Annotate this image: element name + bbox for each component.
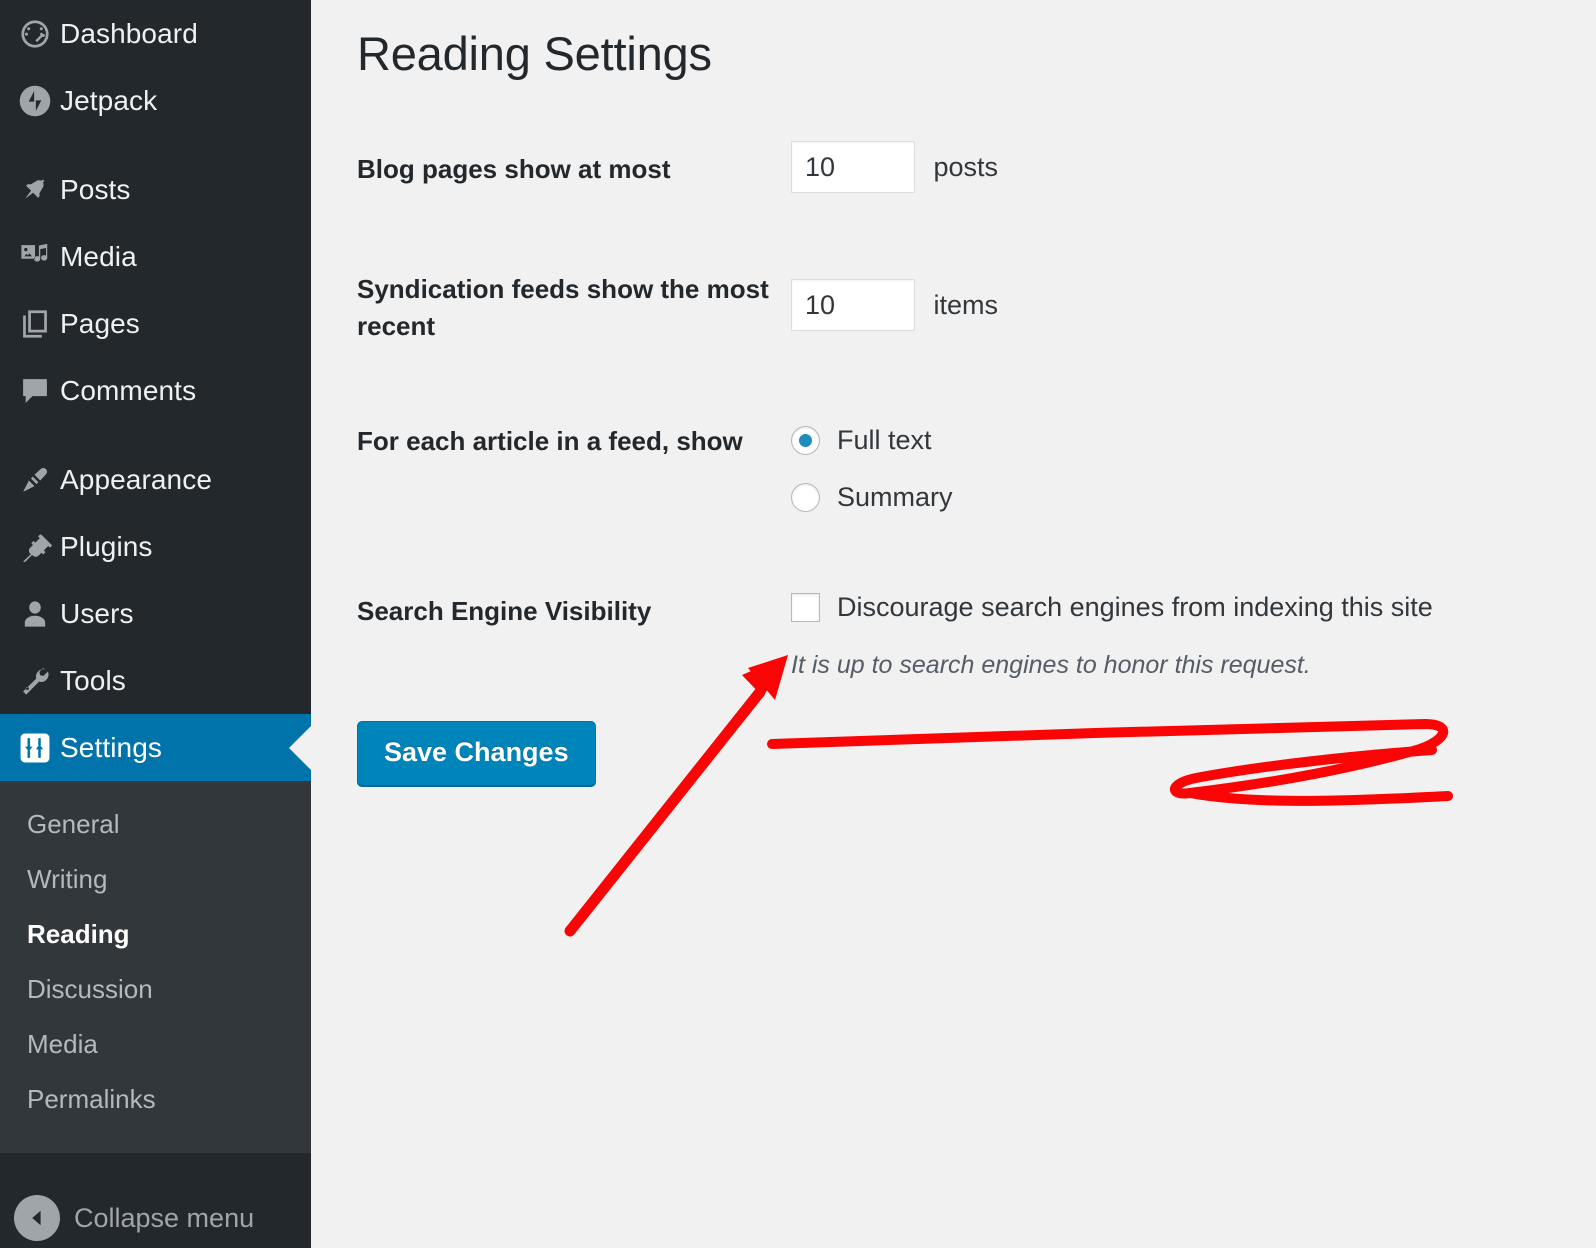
discourage-checkbox-label: Discourage search engines from indexing … — [837, 592, 1433, 622]
syndication-input[interactable]: 10 — [791, 279, 915, 331]
search-visibility-label: Search Engine Visibility — [357, 596, 652, 626]
sidebar-item-users[interactable]: Users — [0, 580, 311, 647]
dashboard-icon — [18, 17, 60, 51]
form-row-feed-article: For each article in a feed, show Full te… — [357, 409, 1596, 579]
pin-icon — [18, 173, 60, 207]
form-row-search-visibility: Search Engine Visibility Discourage sear… — [357, 579, 1596, 679]
sidebar-item-label: Tools — [60, 664, 126, 696]
syndication-label: Syndication feeds show the most recent — [357, 274, 769, 341]
sidebar-item-label: Posts — [60, 173, 131, 205]
radio-full-text-label: Full text — [837, 425, 932, 455]
sidebar-item-label: Pages — [60, 307, 140, 339]
active-menu-chevron-icon — [289, 724, 311, 771]
submenu-item-permalinks[interactable]: Permalinks — [0, 1072, 311, 1127]
settings-submenu: General Writing Reading Discussion Media… — [0, 781, 311, 1153]
sidebar-item-label: Dashboard — [60, 17, 198, 49]
menu-separator — [0, 134, 311, 156]
form-row-blog-pages: Blog pages show at most 10 posts — [357, 137, 1596, 257]
paintbrush-icon — [18, 463, 60, 497]
radio-summary-icon — [791, 483, 820, 512]
radio-summary-label: Summary — [837, 482, 953, 512]
sidebar-item-label: Users — [60, 597, 134, 629]
blog-pages-input[interactable]: 10 — [791, 141, 915, 193]
feed-article-label: For each article in a feed, show — [357, 426, 743, 456]
sidebar-item-label: Jetpack — [60, 84, 158, 116]
search-visibility-field: Discourage search engines from indexing … — [791, 579, 1596, 680]
radio-full-text-icon — [791, 426, 820, 455]
sidebar-item-pages[interactable]: Pages — [0, 290, 311, 357]
wordpress-admin-screen: Dashboard Jetpack Posts Media Pages Comm… — [0, 0, 1596, 1248]
sidebar-item-media[interactable]: Media — [0, 223, 311, 290]
comments-icon — [18, 374, 60, 408]
page-title: Reading Settings — [357, 27, 712, 80]
submenu-item-reading[interactable]: Reading — [0, 907, 311, 962]
sliders-icon — [18, 731, 60, 765]
wrench-icon — [18, 664, 60, 698]
feed-article-field: Full text Summary — [791, 409, 1596, 539]
main-content: Reading Settings Blog pages show at most… — [311, 0, 1596, 1248]
collapse-menu-button[interactable]: Collapse menu — [0, 1153, 311, 1248]
sidebar-item-label: Appearance — [60, 463, 213, 495]
menu-separator — [0, 424, 311, 446]
sidebar-item-jetpack[interactable]: Jetpack — [0, 67, 311, 134]
sidebar-primary-menu: Dashboard Jetpack Posts Media Pages Comm… — [0, 0, 311, 781]
plug-icon — [18, 530, 60, 564]
sidebar-item-label: Settings — [60, 731, 162, 763]
submit-row: Save Changes — [311, 721, 1596, 786]
sidebar-item-comments[interactable]: Comments — [0, 357, 311, 424]
sidebar-item-label: Comments — [60, 374, 197, 406]
submenu-item-discussion[interactable]: Discussion — [0, 962, 311, 1017]
media-icon — [18, 240, 60, 274]
save-changes-button[interactable]: Save Changes — [357, 721, 596, 786]
submenu-item-general[interactable]: General — [0, 797, 311, 852]
admin-sidebar: Dashboard Jetpack Posts Media Pages Comm… — [0, 0, 311, 1248]
sidebar-item-plugins[interactable]: Plugins — [0, 513, 311, 580]
reading-settings-form: Blog pages show at most 10 posts Syndica… — [311, 137, 1596, 679]
sidebar-item-appearance[interactable]: Appearance — [0, 446, 311, 513]
jetpack-icon — [18, 84, 60, 118]
form-row-syndication: Syndication feeds show the most recent 1… — [357, 257, 1596, 409]
submenu-item-media[interactable]: Media — [0, 1017, 311, 1072]
blog-pages-label: Blog pages show at most — [357, 154, 671, 184]
user-icon — [18, 597, 60, 631]
radio-option-full-text[interactable]: Full text — [791, 425, 1596, 456]
blog-pages-field: 10 posts — [791, 137, 1596, 193]
syndication-field: 10 items — [791, 257, 1596, 331]
submenu-item-writing[interactable]: Writing — [0, 852, 311, 907]
radio-option-summary[interactable]: Summary — [791, 482, 1596, 513]
pages-icon — [18, 307, 60, 341]
blog-pages-unit: posts — [933, 151, 998, 182]
search-visibility-help-text: It is up to search engines to honor this… — [791, 651, 1311, 679]
discourage-search-engines-checkbox-row[interactable]: Discourage search engines from indexing … — [791, 592, 1596, 623]
sidebar-item-dashboard[interactable]: Dashboard — [0, 0, 311, 67]
sidebar-item-label: Media — [60, 240, 137, 272]
syndication-unit: items — [933, 289, 998, 320]
sidebar-item-tools[interactable]: Tools — [0, 647, 311, 714]
collapse-menu-label: Collapse menu — [74, 1202, 255, 1233]
collapse-arrow-icon — [14, 1195, 60, 1241]
sidebar-item-posts[interactable]: Posts — [0, 156, 311, 223]
sidebar-item-settings[interactable]: Settings — [0, 714, 311, 781]
sidebar-item-label: Plugins — [60, 530, 153, 562]
discourage-checkbox-icon[interactable] — [791, 593, 820, 622]
